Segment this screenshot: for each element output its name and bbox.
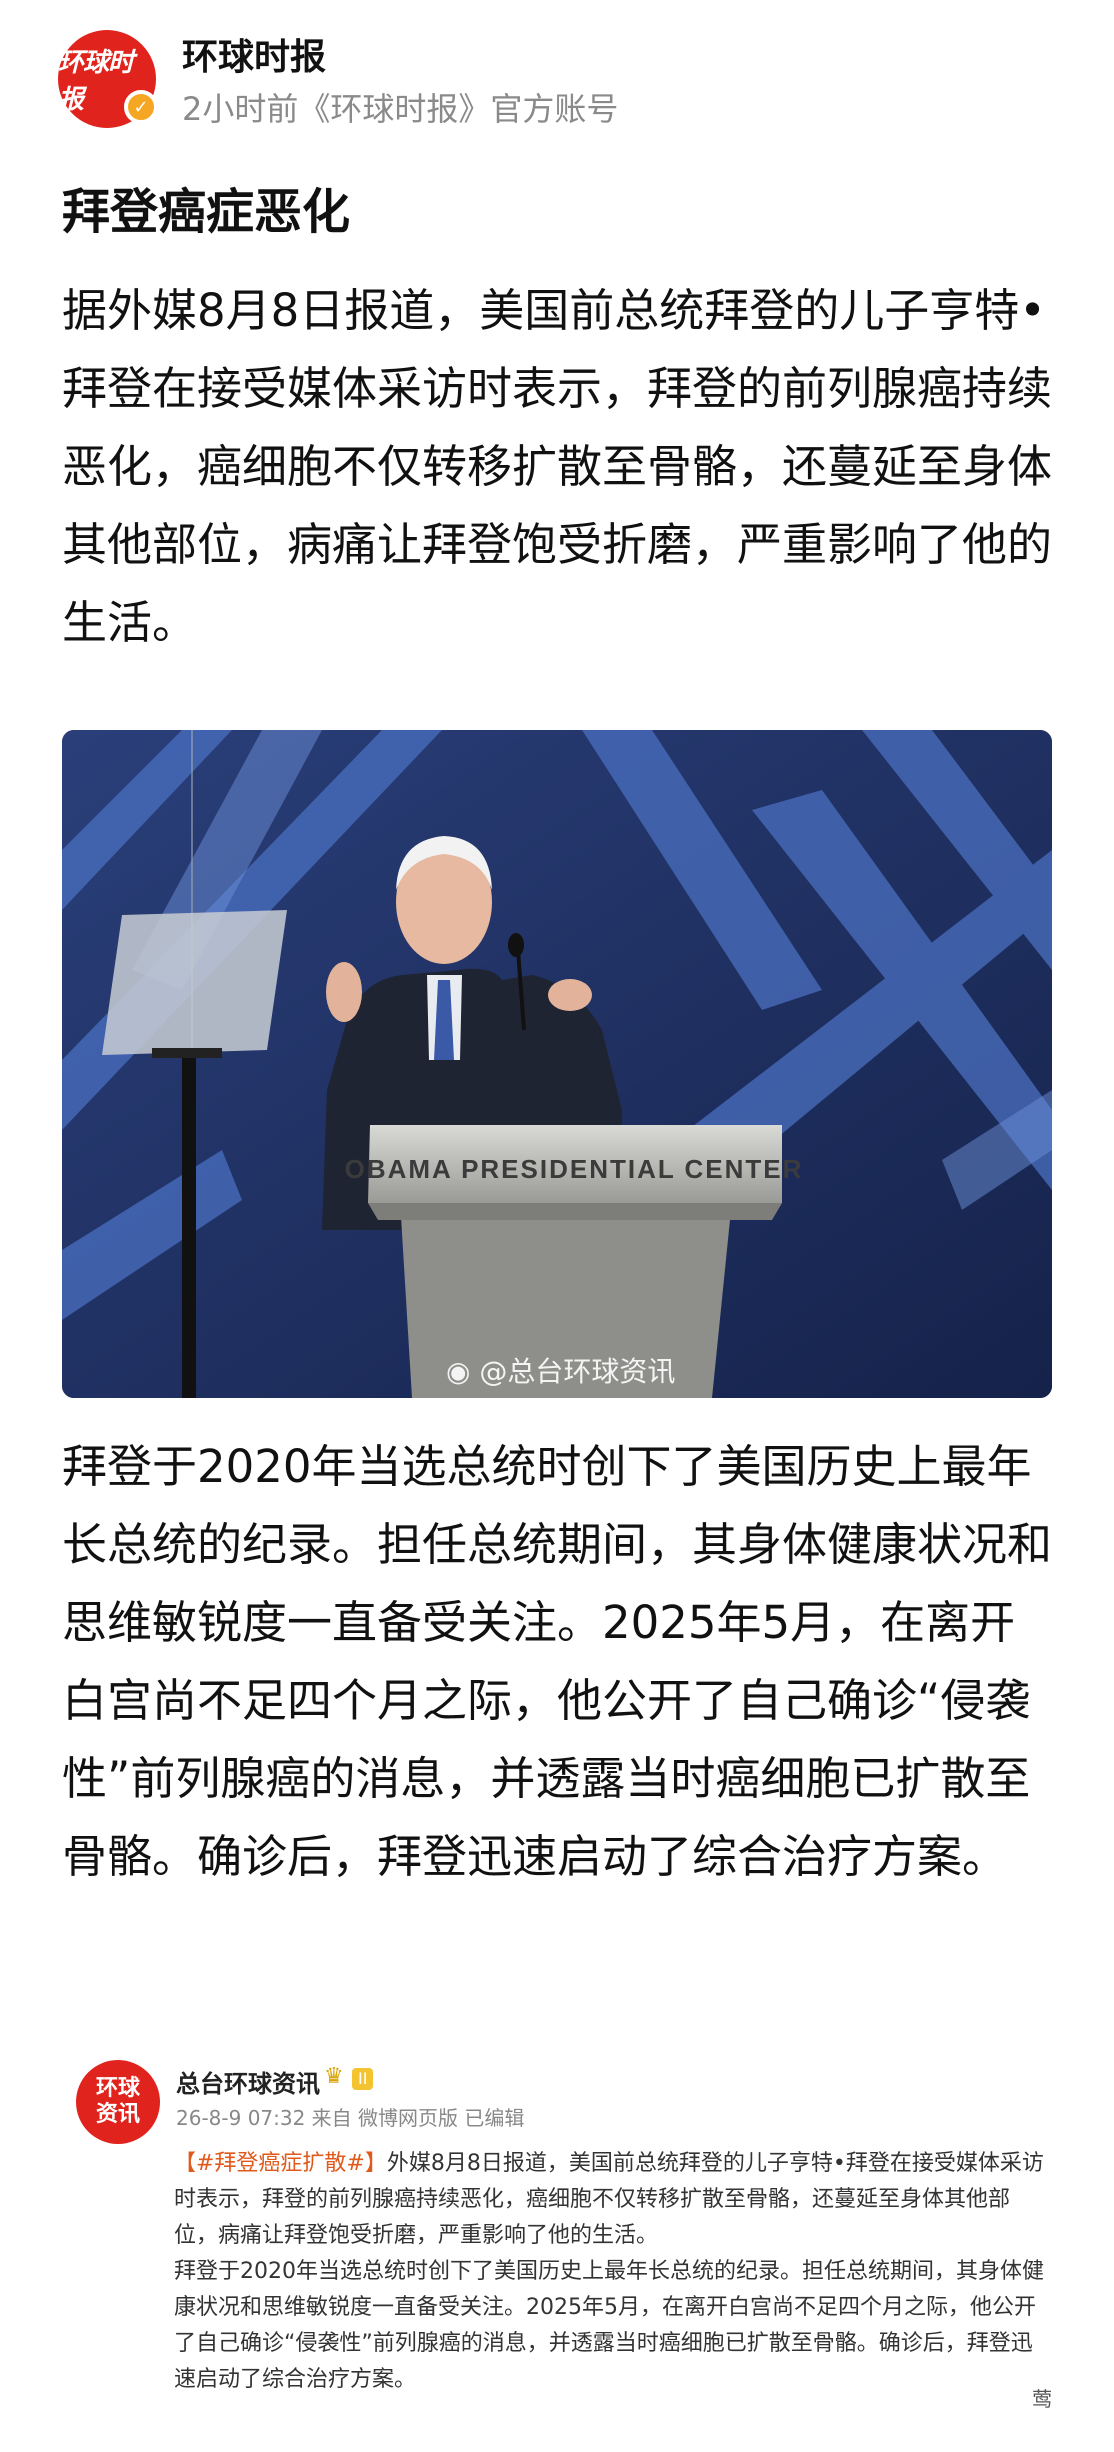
- article-photo[interactable]: OBAMA PRESIDENTIAL CENTER ◉ @总台环球资讯: [62, 730, 1052, 1398]
- embedded-meta: 26-8-9 07:32 来自 微博网页版 已编辑: [176, 2106, 525, 2130]
- embedded-avatar: 环球 资讯: [76, 2060, 160, 2144]
- account-name[interactable]: 环球时报: [182, 28, 326, 80]
- embedded-account-name: 总台环球资讯: [176, 2070, 320, 2098]
- article-paragraph-1: 据外媒8月8日报道，美国前总统拜登的儿子亨特•拜登在接受媒体采访时表示，拜登的前…: [62, 284, 1053, 649]
- embedded-avatar-line2: 资讯: [95, 2102, 140, 2127]
- photo-illustration: OBAMA PRESIDENTIAL CENTER: [62, 730, 1052, 1398]
- embedded-weibo-screenshot[interactable]: 环球 资讯 总台环球资讯 ♛ II 26-8-9 07:32 来自 微博网页版 …: [62, 2050, 1052, 2420]
- embedded-body-text-2: 拜登于2020年当选总统时创下了美国历史上最年长总统的纪录。担任总统期间，其身体…: [174, 2259, 1044, 2392]
- podium-text: OBAMA PRESIDENTIAL CENTER: [345, 1154, 804, 1184]
- crown-icon: ♛: [324, 2064, 344, 2089]
- weibo-icon: ◉: [446, 1355, 471, 1388]
- embedded-corner-text: 莺: [1032, 2387, 1052, 2411]
- embedded-avatar-line1: 环球: [95, 2076, 140, 2101]
- verified-icon: ✓: [124, 90, 158, 124]
- post-meta: 2小时前《环球时报》官方账号: [182, 90, 619, 128]
- embedded-hashtag: 【#拜登癌症扩散#】: [174, 2151, 387, 2176]
- embedded-body: 【#拜登癌症扩散#】外媒8月8日报道，美国前总统拜登的儿子亨特•拜登在接受媒体采…: [174, 2146, 1044, 2398]
- watermark-text: @总台环球资讯: [479, 1355, 676, 1388]
- article-title: 拜登癌症恶化: [62, 184, 351, 240]
- photo-watermark: ◉ @总台环球资讯: [446, 1350, 675, 1390]
- article-paragraph-2: 拜登于2020年当选总统时创下了美国历史上最年长总统的纪录。担任总统期间，其身体…: [62, 1440, 1053, 1883]
- post-header: 环球时报 ✓ 环球时报 2小时前《环球时报》官方账号: [58, 22, 1058, 132]
- level-badge: II: [352, 2068, 374, 2090]
